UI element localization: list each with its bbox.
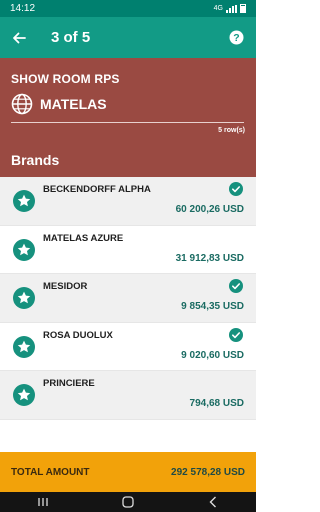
page-title: 3 of 5 <box>51 29 91 46</box>
system-nav-bar <box>0 492 256 512</box>
signal-icon <box>226 4 237 13</box>
home-button[interactable] <box>108 492 148 512</box>
battery-icon <box>240 4 246 13</box>
brand-amount: 9 020,60 USD <box>181 349 244 361</box>
brand-list: BECKENDORFF ALPHA 60 200,26 USD MATELAS … <box>0 177 256 420</box>
app-bar: 3 of 5 ? <box>0 17 256 58</box>
brand-amount: 9 854,35 USD <box>181 301 244 312</box>
section-title: Brands <box>11 152 60 168</box>
status-bar: 14:12 4G <box>0 0 256 17</box>
total-bar: TOTAL AMOUNT 292 578,28 USD <box>0 452 256 492</box>
star-icon <box>13 287 35 309</box>
brand-name: BECKENDORFF ALPHA <box>43 184 151 195</box>
brand-name: MATELAS AZURE <box>43 232 124 244</box>
recent-apps-icon <box>38 498 48 506</box>
list-item[interactable]: ROSA DUOLUX 9 020,60 USD <box>0 323 256 371</box>
star-icon <box>13 190 35 212</box>
brand-name: PRINCIERE <box>43 378 95 389</box>
star-icon <box>13 335 35 358</box>
list-item[interactable]: BECKENDORFF ALPHA 60 200,26 USD <box>0 177 256 226</box>
store-header: SHOW ROOM RPS MATELAS 5 row(s) Brands <box>0 58 256 177</box>
total-label: TOTAL AMOUNT <box>11 466 90 478</box>
brand-amount: 31 912,83 USD <box>175 252 244 264</box>
back-nav-button[interactable] <box>193 492 233 512</box>
home-icon <box>122 496 134 508</box>
brand-amount: 794,68 USD <box>189 398 244 409</box>
recent-apps-button[interactable] <box>23 492 63 512</box>
help-circle-icon: ? <box>229 30 243 45</box>
store-name: MATELAS <box>40 96 107 112</box>
brand-amount: 60 200,26 USD <box>175 204 244 215</box>
check-circle-icon <box>229 279 243 293</box>
list-item[interactable]: MATELAS AZURE 31 912,83 USD <box>0 226 256 274</box>
list-item[interactable]: MESIDOR 9 854,35 USD <box>0 274 256 323</box>
chevron-left-icon <box>209 496 217 508</box>
network-type-label: 4G <box>213 5 223 12</box>
star-icon <box>13 238 35 261</box>
brand-name: ROSA DUOLUX <box>43 329 113 341</box>
row-count: 5 row(s) <box>218 127 245 134</box>
star-icon <box>13 384 35 406</box>
globe-icon <box>11 93 33 115</box>
arrow-left-icon <box>13 32 26 43</box>
status-icons: 4G <box>214 4 246 13</box>
check-circle-icon <box>229 327 243 342</box>
brand-name: MESIDOR <box>43 281 88 292</box>
store-label: SHOW ROOM RPS <box>11 72 120 86</box>
svg-text:?: ? <box>233 32 239 44</box>
total-value: 292 578,28 USD <box>171 466 245 478</box>
store-row: MATELAS <box>11 92 107 116</box>
list-item[interactable]: PRINCIERE 794,68 USD <box>0 371 256 420</box>
help-button[interactable]: ? <box>216 17 256 58</box>
header-divider <box>11 122 244 123</box>
check-circle-icon <box>229 182 243 196</box>
back-button[interactable] <box>0 17 38 58</box>
status-time: 14:12 <box>10 3 36 14</box>
